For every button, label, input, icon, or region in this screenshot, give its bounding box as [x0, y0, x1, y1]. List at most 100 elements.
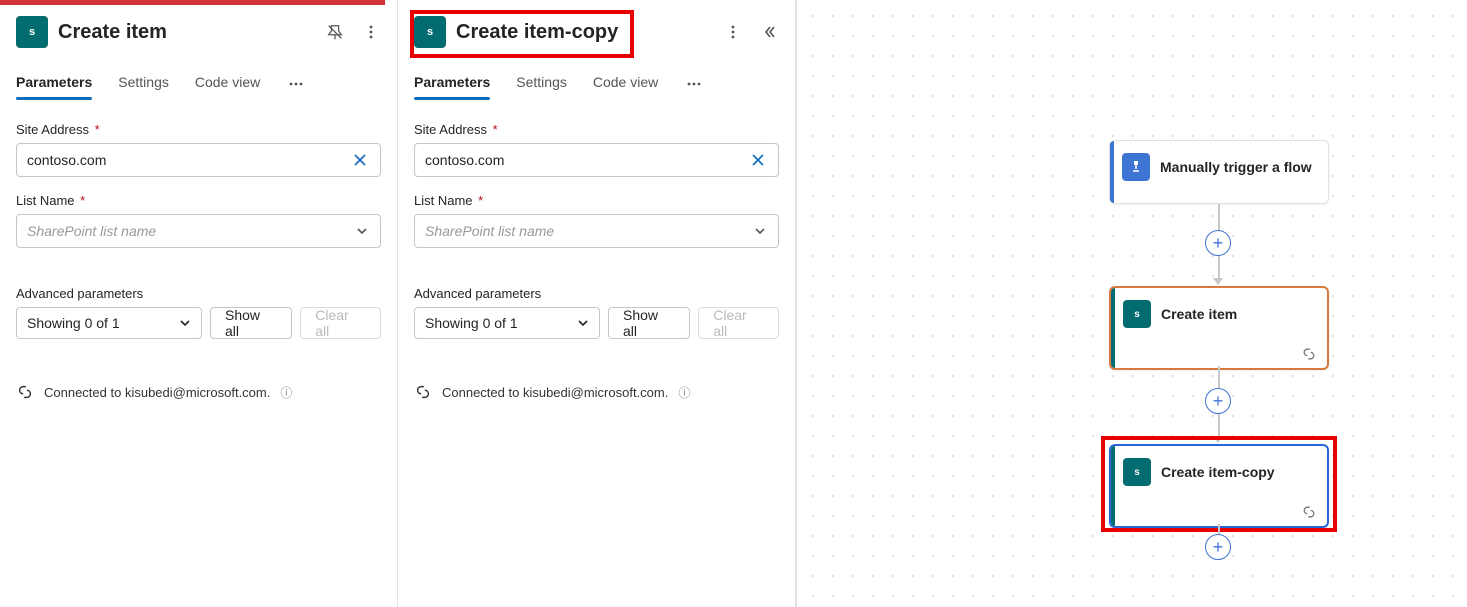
node-body: s Create item	[1111, 288, 1327, 340]
add-step-button[interactable]: +	[1205, 230, 1231, 256]
unpin-icon[interactable]	[325, 22, 345, 42]
add-step-button[interactable]: +	[1205, 534, 1231, 560]
list-name-placeholder: SharePoint list name	[25, 223, 352, 239]
label-list-name: List Name *	[414, 193, 779, 208]
chevron-down-icon[interactable]	[352, 223, 372, 239]
site-address-value: contoso.com	[25, 152, 348, 168]
panel-title: Create item-copy	[456, 21, 713, 44]
arrowhead-icon	[1213, 436, 1223, 443]
flow-canvas[interactable]: Manually trigger a flow + s Create item …	[796, 0, 1467, 607]
node-footer	[1111, 498, 1327, 526]
trigger-icon	[1122, 153, 1150, 181]
clear-all-button: Clear all	[300, 307, 381, 339]
edge	[1218, 366, 1220, 388]
advanced-select[interactable]: Showing 0 of 1	[414, 307, 600, 339]
field-list-name: List Name * SharePoint list name	[16, 193, 381, 248]
edge	[1218, 524, 1220, 534]
link-icon	[1301, 346, 1317, 362]
collapse-icon[interactable]	[759, 22, 779, 42]
node-body: s Create item-copy	[1111, 446, 1327, 498]
link-icon	[16, 383, 34, 401]
node-title: Create item-copy	[1161, 464, 1275, 480]
tabs-more-icon[interactable]	[286, 74, 306, 94]
site-address-input[interactable]: contoso.com	[16, 143, 381, 177]
panel-header-actions	[325, 22, 381, 42]
tab-code-view[interactable]: Code view	[195, 68, 260, 100]
sharepoint-icon: s	[16, 16, 48, 48]
link-icon	[414, 383, 432, 401]
sharepoint-icon: s	[414, 16, 446, 48]
label-site-address: Site Address *	[16, 122, 381, 137]
node-footer	[1111, 340, 1327, 368]
tabs: Parameters Settings Code view	[414, 68, 779, 100]
show-all-button[interactable]: Show all	[210, 307, 292, 339]
node-body: Manually trigger a flow	[1110, 141, 1328, 193]
clear-all-button: Clear all	[698, 307, 779, 339]
advanced-select[interactable]: Showing 0 of 1	[16, 307, 202, 339]
tab-settings[interactable]: Settings	[516, 68, 567, 100]
connection-text: Connected to kisubedi@microsoft.com.	[44, 385, 270, 400]
chevron-down-icon[interactable]	[750, 223, 770, 239]
advanced-label: Advanced parameters	[414, 286, 779, 301]
clear-icon[interactable]	[746, 150, 770, 170]
site-address-value: contoso.com	[423, 152, 746, 168]
tabs: Parameters Settings Code view	[16, 68, 381, 100]
panel-header: s Create item-copy	[414, 12, 779, 62]
list-name-input[interactable]: SharePoint list name	[414, 214, 779, 248]
more-icon[interactable]	[723, 22, 743, 42]
chevron-down-icon	[179, 317, 191, 329]
advanced-parameters: Advanced parameters Showing 0 of 1 Show …	[414, 286, 779, 339]
node-create-item[interactable]: s Create item	[1109, 286, 1329, 370]
tab-parameters[interactable]: Parameters	[414, 68, 490, 100]
tab-parameters[interactable]: Parameters	[16, 68, 92, 100]
field-site-address: Site Address * contoso.com	[414, 122, 779, 177]
more-icon[interactable]	[361, 22, 381, 42]
node-accent	[1111, 288, 1115, 368]
site-address-input[interactable]: contoso.com	[414, 143, 779, 177]
edge	[1218, 204, 1220, 230]
show-all-button[interactable]: Show all	[608, 307, 690, 339]
app-root: s Create item Parameters Settings Code v…	[0, 0, 1467, 607]
list-name-placeholder: SharePoint list name	[423, 223, 750, 239]
advanced-label: Advanced parameters	[16, 286, 381, 301]
panel-header: s Create item	[16, 12, 381, 62]
link-icon	[1301, 504, 1317, 520]
sharepoint-icon: s	[1123, 300, 1151, 328]
connection-text: Connected to kisubedi@microsoft.com.	[442, 385, 668, 400]
panel-title: Create item	[58, 21, 315, 44]
advanced-select-value: Showing 0 of 1	[27, 315, 120, 331]
arrowhead-icon	[1213, 278, 1223, 285]
edge	[1218, 414, 1220, 436]
field-list-name: List Name * SharePoint list name	[414, 193, 779, 248]
label-list-name: List Name *	[16, 193, 381, 208]
panel-header-actions	[723, 22, 779, 42]
node-trigger[interactable]: Manually trigger a flow	[1109, 140, 1329, 204]
connection-status: Connected to kisubedi@microsoft.com. ⓘ	[414, 383, 779, 401]
advanced-row: Showing 0 of 1 Show all Clear all	[414, 307, 779, 339]
advanced-select-value: Showing 0 of 1	[425, 315, 518, 331]
edge	[1218, 256, 1220, 278]
tab-settings[interactable]: Settings	[118, 68, 169, 100]
panel-create-item: s Create item Parameters Settings Code v…	[0, 0, 398, 607]
info-icon[interactable]: ⓘ	[280, 384, 292, 401]
node-create-item-copy[interactable]: s Create item-copy	[1109, 444, 1329, 528]
form: Site Address * contoso.com List Name * S…	[16, 100, 381, 401]
info-icon[interactable]: ⓘ	[678, 384, 690, 401]
node-accent	[1110, 141, 1114, 203]
form: Site Address * contoso.com List Name * S…	[414, 100, 779, 401]
tabs-more-icon[interactable]	[684, 74, 704, 94]
node-accent	[1111, 446, 1115, 526]
tab-code-view[interactable]: Code view	[593, 68, 658, 100]
add-step-button[interactable]: +	[1205, 388, 1231, 414]
top-accent-bar	[0, 0, 385, 5]
node-title: Manually trigger a flow	[1160, 159, 1312, 176]
list-name-input[interactable]: SharePoint list name	[16, 214, 381, 248]
chevron-down-icon	[577, 317, 589, 329]
node-title: Create item	[1161, 306, 1237, 322]
clear-icon[interactable]	[348, 150, 372, 170]
connection-status: Connected to kisubedi@microsoft.com. ⓘ	[16, 383, 381, 401]
sharepoint-icon: s	[1123, 458, 1151, 486]
field-site-address: Site Address * contoso.com	[16, 122, 381, 177]
advanced-row: Showing 0 of 1 Show all Clear all	[16, 307, 381, 339]
advanced-parameters: Advanced parameters Showing 0 of 1 Show …	[16, 286, 381, 339]
